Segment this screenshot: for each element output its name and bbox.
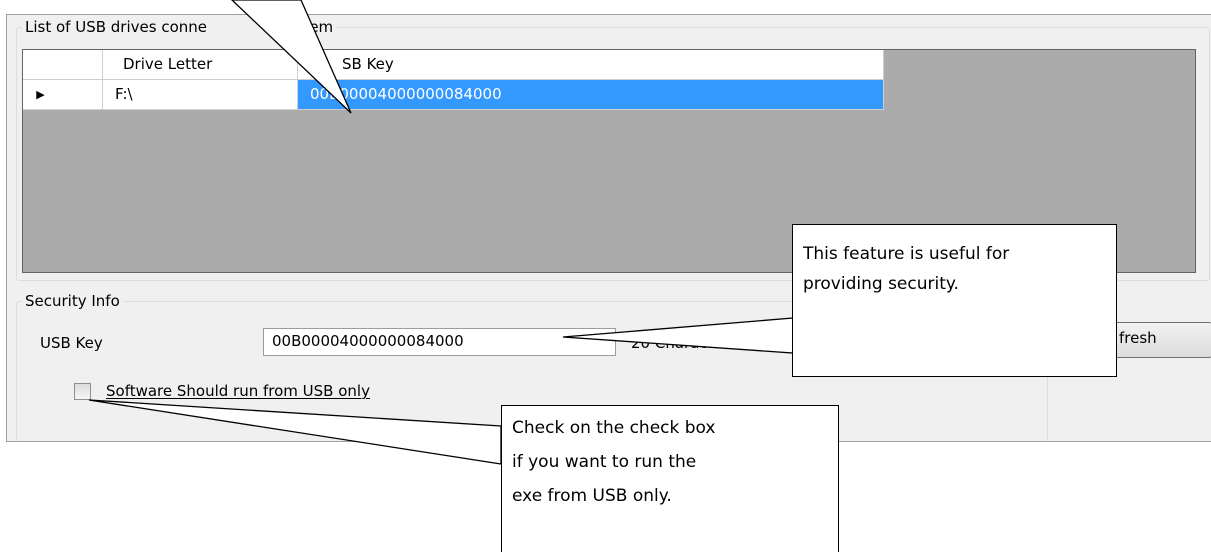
checkbox-callout-line-1: Check on the check box: [512, 418, 716, 438]
checkbox-callout: Check on the check box if you want to ru…: [501, 405, 839, 552]
checkbox-callout-line-2: if you want to run the: [512, 452, 697, 472]
security-callout-line-2: providing security.: [803, 274, 959, 294]
column-header-usb-key[interactable]: SB Key: [298, 50, 884, 80]
grid-header-row: Drive Letter SB Key: [23, 50, 884, 80]
usb-key-input[interactable]: 00B00004000000084000: [263, 328, 616, 356]
cell-usb-key[interactable]: 00B00004000000084000: [298, 80, 884, 110]
usb-drives-group-title-text: List of USB drives conne: [25, 18, 207, 36]
table-row[interactable]: ▶ F:\ 00B00004000000084000: [23, 80, 884, 110]
row-header-corner: [23, 50, 103, 80]
checkbox-callout-line-3: exe from USB only.: [512, 486, 672, 506]
usb-key-label: USB Key: [40, 334, 103, 352]
usb-key-length-hint: 20 Character: [631, 334, 729, 352]
security-callout-line-1: This feature is useful for: [803, 244, 1010, 264]
cell-drive-letter[interactable]: F:\: [103, 80, 298, 110]
current-row-arrow-icon: ▶: [36, 87, 45, 101]
screenshot-root: List of USB drives conne o system Drive L…: [0, 0, 1211, 552]
refresh-button-label: fresh: [1119, 329, 1157, 347]
column-header-usb-key-text: SB Key: [342, 55, 394, 73]
column-header-drive-letter[interactable]: Drive Letter: [103, 50, 298, 80]
usb-only-checkbox-label-text: Software Should run from USB only: [106, 382, 370, 400]
usb-drives-group-title: List of USB drives conne o system: [22, 18, 337, 36]
usb-only-checkbox[interactable]: [74, 383, 91, 400]
row-selector-cell[interactable]: ▶: [23, 80, 103, 110]
security-info-group-title: Security Info: [22, 293, 123, 310]
usb-drives-group-title-tail: o system: [265, 18, 334, 36]
usb-only-checkbox-label[interactable]: Software Should run from USB only: [106, 382, 370, 400]
security-feature-callout: This feature is useful for providing sec…: [792, 224, 1117, 377]
